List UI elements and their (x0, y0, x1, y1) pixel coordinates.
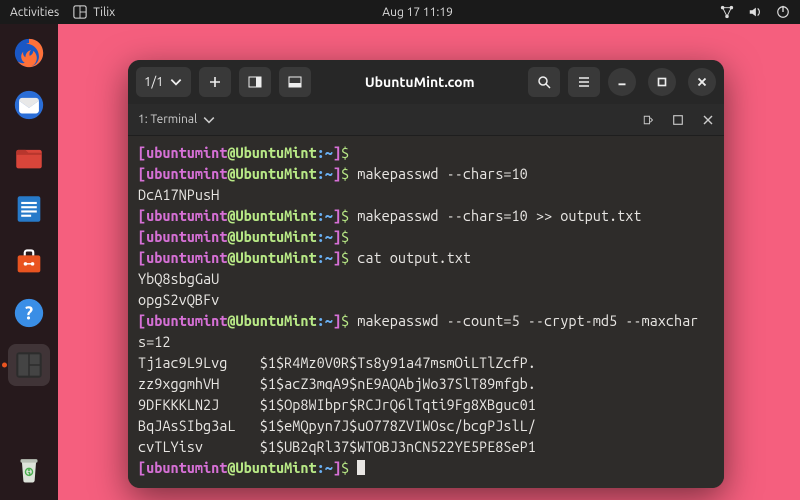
split-down-button[interactable] (279, 67, 311, 97)
dock-running-dot (2, 363, 7, 368)
search-button[interactable] (528, 67, 560, 97)
thunderbird-icon (12, 88, 46, 122)
firefox-icon (12, 36, 46, 70)
close-button[interactable] (688, 68, 716, 96)
terminal-output[interactable]: [ubuntumint@UbuntuMint:~]$ [ubuntumint@U… (128, 136, 724, 488)
new-session-button[interactable] (199, 67, 231, 97)
chevron-down-icon (203, 114, 215, 126)
chevron-down-icon (169, 75, 183, 89)
dock-help[interactable]: ? (8, 292, 50, 334)
files-icon (12, 140, 46, 174)
tilix-icon (12, 348, 46, 382)
dock-thunderbird[interactable] (8, 84, 50, 126)
split-down-icon (288, 75, 302, 89)
activities-button[interactable]: Activities (10, 6, 59, 19)
clock-label: Aug 17 11:19 (382, 6, 453, 19)
menu-button[interactable] (568, 67, 600, 97)
volume-icon (748, 5, 762, 19)
software-icon (12, 244, 46, 278)
dock: ? (0, 24, 58, 500)
session-label: 1/1 (144, 75, 163, 89)
split-right-icon (248, 75, 262, 89)
dock-trash[interactable] (8, 448, 50, 490)
terminal-tab-label: 1: Terminal (138, 113, 197, 126)
minimize-button[interactable] (608, 68, 636, 96)
gnome-topbar: Activities Tilix Aug 17 11:19 (0, 0, 800, 24)
writer-icon (12, 192, 46, 226)
system-status[interactable] (720, 5, 790, 19)
readonly-icon[interactable] (642, 114, 654, 126)
minimize-icon (615, 75, 629, 89)
titlebar: 1/1 UbuntuMint.com (128, 60, 724, 104)
session-switcher[interactable]: 1/1 (136, 67, 191, 97)
power-icon (776, 5, 790, 19)
hamburger-icon (577, 75, 591, 89)
terminal-tabbar: 1: Terminal (128, 104, 724, 136)
clock[interactable]: Aug 17 11:19 (382, 6, 453, 19)
close-icon (695, 75, 709, 89)
trash-icon (12, 452, 46, 486)
maximize-button[interactable] (648, 68, 676, 96)
maximize-icon (655, 75, 669, 89)
app-indicator-label: Tilix (93, 6, 115, 19)
tilix-top-icon (73, 5, 87, 19)
dock-writer[interactable] (8, 188, 50, 230)
dock-tilix[interactable] (8, 344, 50, 386)
dock-firefox[interactable] (8, 32, 50, 74)
network-icon (720, 5, 734, 19)
dock-files[interactable] (8, 136, 50, 178)
maximize-pane-icon[interactable] (672, 114, 684, 126)
plus-icon (208, 75, 222, 89)
svg-text:?: ? (25, 303, 33, 323)
window-title: UbuntuMint.com (319, 74, 520, 90)
terminal-tab[interactable]: 1: Terminal (138, 113, 215, 126)
search-icon (537, 75, 551, 89)
app-indicator[interactable]: Tilix (73, 5, 115, 19)
help-icon: ? (12, 296, 46, 330)
close-pane-icon[interactable] (702, 114, 714, 126)
dock-software[interactable] (8, 240, 50, 282)
split-right-button[interactable] (239, 67, 271, 97)
tilix-window: 1/1 UbuntuMint.com (128, 60, 724, 488)
